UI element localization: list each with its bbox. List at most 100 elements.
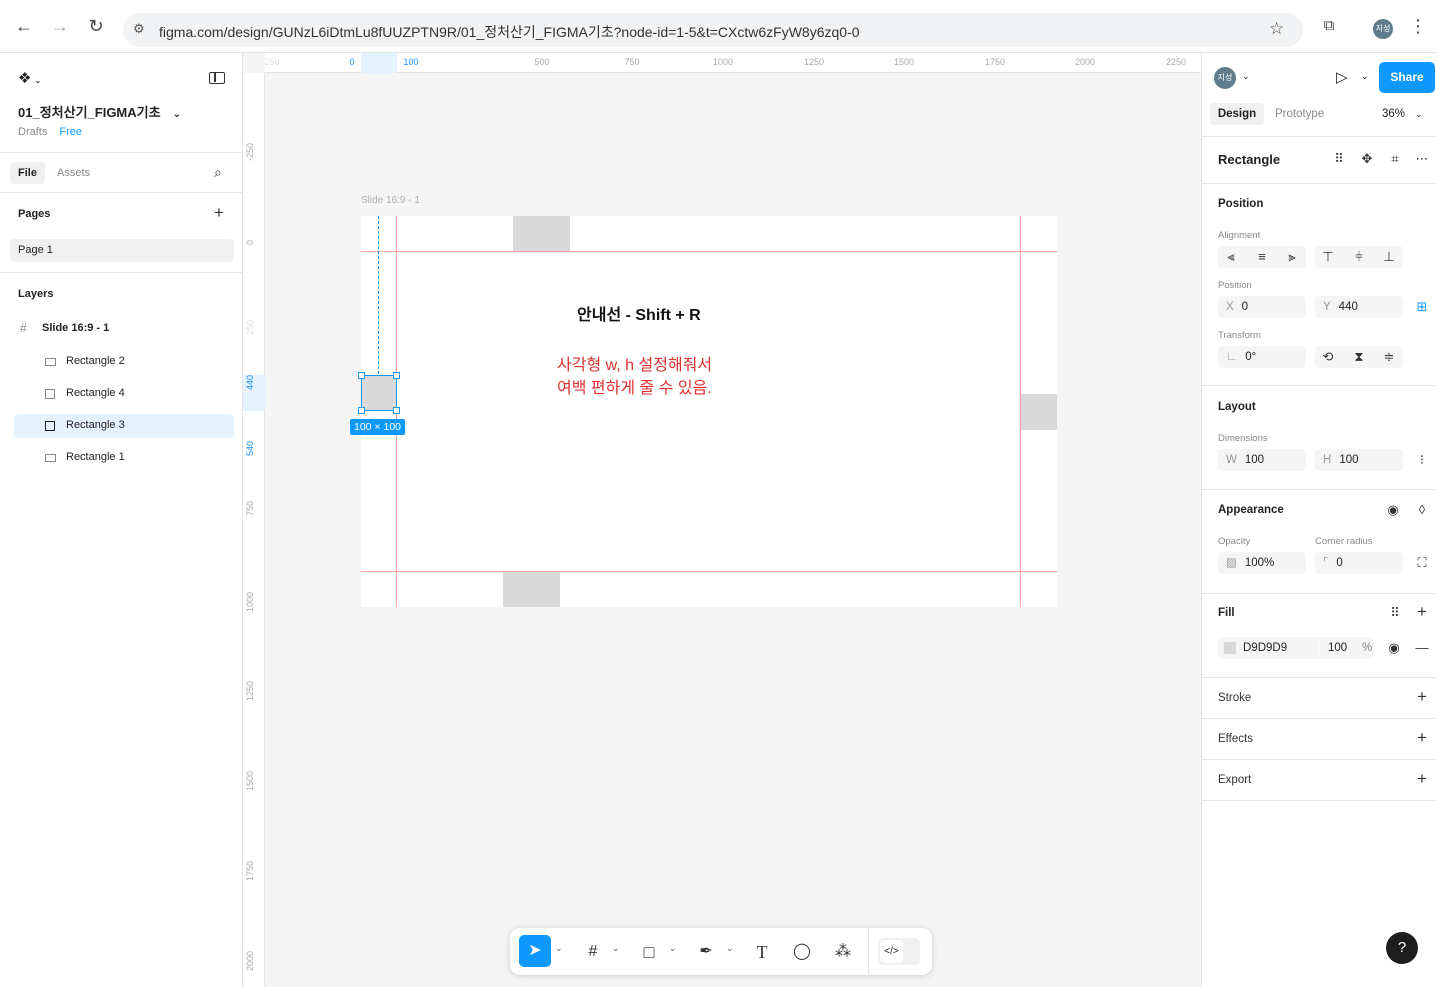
- rectangle-right[interactable]: [1020, 394, 1057, 430]
- grid-component-icon[interactable]: ⠿: [1328, 148, 1350, 170]
- tab-design[interactable]: Design: [1210, 103, 1264, 125]
- resize-handle[interactable]: [393, 407, 400, 414]
- chevron-down-icon[interactable]: ⌄: [1361, 71, 1369, 82]
- rectangle-bottom[interactable]: [503, 571, 560, 607]
- address-bar[interactable]: ⚙ figma.com/design/GUNzL6iDtmLu8fUUZPTN9…: [123, 13, 1303, 47]
- search-icon[interactable]: ⌕: [214, 164, 222, 181]
- user-avatar[interactable]: 지성: [1214, 67, 1236, 89]
- layer-rectangle-4[interactable]: Rectangle 4: [14, 382, 234, 406]
- page-item[interactable]: Page 1: [10, 239, 234, 262]
- fill-field[interactable]: D9D9D9 100 %: [1218, 637, 1374, 659]
- dev-mode-toggle[interactable]: </>: [878, 938, 920, 965]
- independent-corners-icon[interactable]: ⛶: [1411, 552, 1433, 574]
- align-center-h-icon[interactable]: ≡: [1251, 246, 1273, 268]
- rotation-field[interactable]: ∟ 0°: [1218, 346, 1306, 368]
- fill-swatch[interactable]: [1224, 642, 1236, 654]
- add-fill-icon[interactable]: +: [1411, 601, 1433, 623]
- stroke-title[interactable]: Stroke: [1218, 692, 1251, 704]
- fill-hex[interactable]: D9D9D9: [1243, 637, 1287, 659]
- align-middle-icon[interactable]: ⫩: [1348, 246, 1370, 268]
- file-name[interactable]: 01_정처산기_FIGMA기초 ⌄: [18, 102, 181, 121]
- align-right-icon[interactable]: ⫸: [1281, 246, 1303, 268]
- canvas[interactable]: 250 0 100 500 750 1000 1250 1500 1750 20…: [243, 53, 1201, 987]
- back-icon[interactable]: ←: [14, 16, 34, 36]
- text-tool-icon[interactable]: T: [749, 939, 775, 965]
- extensions-icon[interactable]: ⧉: [1319, 16, 1339, 36]
- site-info-icon[interactable]: ⚙: [133, 21, 145, 37]
- pen-tool-icon[interactable]: ✒: [693, 939, 719, 965]
- mask-icon[interactable]: ⌗: [1384, 148, 1406, 170]
- height-field[interactable]: H 100: [1315, 449, 1403, 471]
- rectangle-tool-icon[interactable]: □: [636, 939, 662, 965]
- width-field[interactable]: W 100: [1218, 449, 1306, 471]
- profile-avatar[interactable]: 지성: [1373, 19, 1393, 39]
- styles-grid-icon[interactable]: ⠿: [1384, 602, 1406, 624]
- resize-handle[interactable]: [358, 407, 365, 414]
- fill-opacity[interactable]: 100: [1328, 637, 1347, 659]
- tab-file[interactable]: File: [10, 162, 45, 184]
- slide-frame[interactable]: 안내선 - Shift + R 사각형 w, h 설정해줘서 여백 편하게 줄 …: [350, 216, 1057, 607]
- rotate-icon[interactable]: ⟲: [1317, 346, 1339, 368]
- remove-fill-icon[interactable]: —: [1411, 637, 1433, 659]
- corner-radius-field[interactable]: ⌜ 0: [1315, 552, 1403, 574]
- blend-drop-icon[interactable]: ◊: [1411, 499, 1433, 521]
- guide-horizontal-top[interactable]: [361, 251, 1057, 252]
- flip-horizontal-icon[interactable]: ⧗: [1348, 346, 1370, 368]
- effects-title[interactable]: Effects: [1218, 733, 1253, 745]
- text-heading[interactable]: 안내선 - Shift + R: [577, 301, 701, 325]
- resize-lock-icon[interactable]: ⁝: [1411, 449, 1433, 471]
- resize-handle[interactable]: [358, 372, 365, 379]
- forward-icon[interactable]: →: [50, 16, 70, 36]
- zoom-level[interactable]: 36% ⌄: [1382, 108, 1423, 120]
- visibility-eye-icon[interactable]: ◉: [1382, 499, 1404, 521]
- y-field[interactable]: Y 440: [1315, 296, 1403, 318]
- layer-rectangle-1[interactable]: Rectangle 1: [14, 446, 234, 470]
- align-top-icon[interactable]: ⊤: [1317, 246, 1339, 268]
- help-button[interactable]: ?: [1386, 932, 1418, 964]
- flip-vertical-icon[interactable]: ≑: [1378, 346, 1400, 368]
- layer-rectangle-3[interactable]: Rectangle 3: [14, 414, 234, 438]
- url-text[interactable]: figma.com/design/GUNzL6iDtmLu8fUUZPTN9R/…: [159, 22, 860, 42]
- present-play-icon[interactable]: ▷: [1336, 68, 1348, 86]
- reload-icon[interactable]: ↻: [86, 16, 106, 36]
- frame-label[interactable]: Slide 16:9 - 1: [361, 195, 420, 206]
- frame-tool-icon[interactable]: #: [580, 939, 606, 965]
- opacity-field[interactable]: ▨ 100%: [1218, 552, 1306, 574]
- add-effect-icon[interactable]: +: [1411, 727, 1433, 749]
- chevron-down-icon[interactable]: ⌄: [555, 943, 563, 954]
- chevron-down-icon[interactable]: ⌄: [669, 943, 677, 954]
- actions-tool-icon[interactable]: ⁂: [830, 939, 856, 965]
- component-icon[interactable]: ✥: [1356, 148, 1378, 170]
- constraints-icon[interactable]: ⊞: [1411, 296, 1433, 318]
- resize-handle[interactable]: [393, 372, 400, 379]
- fill-visibility-eye-icon[interactable]: ◉: [1383, 637, 1405, 659]
- toggle-sidebar-icon[interactable]: [209, 72, 225, 84]
- chevron-down-icon[interactable]: ⌄: [1242, 71, 1250, 82]
- chevron-down-icon[interactable]: ⌄: [1415, 109, 1423, 119]
- bookmark-star-icon[interactable]: ☆: [1269, 19, 1284, 39]
- tab-prototype[interactable]: Prototype: [1275, 108, 1324, 120]
- add-export-icon[interactable]: +: [1411, 768, 1433, 790]
- text-red-note[interactable]: 사각형 w, h 설정해줘서 여백 편하게 줄 수 있음.: [557, 354, 712, 400]
- comment-tool-icon[interactable]: ◯: [789, 939, 815, 965]
- layer-frame[interactable]: # Slide 16:9 - 1: [14, 317, 234, 341]
- export-title[interactable]: Export: [1218, 774, 1251, 786]
- move-tool-icon[interactable]: ➤: [519, 935, 551, 967]
- add-stroke-icon[interactable]: +: [1411, 686, 1433, 708]
- add-page-icon[interactable]: +: [214, 203, 224, 223]
- layer-rectangle-2[interactable]: Rectangle 2: [14, 350, 234, 374]
- chevron-down-icon[interactable]: ⌄: [726, 943, 734, 954]
- plan-badge[interactable]: Free: [59, 126, 82, 138]
- drafts-label[interactable]: Drafts: [18, 126, 47, 138]
- align-bottom-icon[interactable]: ⊥: [1378, 246, 1400, 268]
- chevron-down-icon[interactable]: ⌄: [173, 109, 181, 120]
- x-field[interactable]: X0: [1218, 296, 1306, 318]
- chevron-down-icon[interactable]: ⌄: [612, 943, 620, 954]
- align-left-icon[interactable]: ⫷: [1220, 246, 1242, 268]
- figma-logo-icon[interactable]: ❖ ⌄: [18, 69, 41, 87]
- guide-horizontal-bottom[interactable]: [361, 571, 1057, 572]
- guide-vertical-right[interactable]: [1020, 216, 1021, 607]
- rectangle-top[interactable]: [513, 216, 570, 252]
- share-button[interactable]: Share: [1379, 62, 1435, 93]
- rectangle-3-selected[interactable]: [358, 372, 400, 414]
